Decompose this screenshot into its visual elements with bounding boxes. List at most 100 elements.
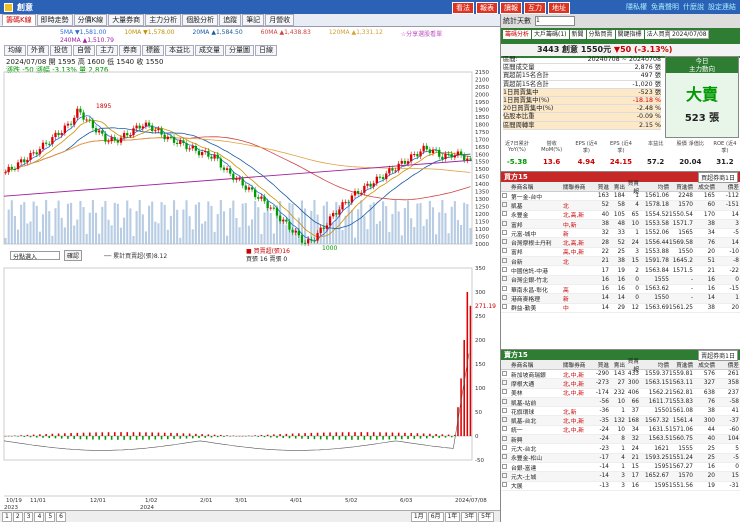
- page-btn[interactable]: 2: [12, 511, 23, 522]
- broker-row[interactable]: 群益-勤美 中 14 29 12 1563.69 1561.25 38 20: [501, 304, 740, 313]
- page-btn[interactable]: 5: [45, 511, 56, 522]
- row-checkbox[interactable]: [502, 379, 507, 385]
- page-btn[interactable]: 4: [34, 511, 45, 522]
- broker-row[interactable]: 凱基-站前 -56 10 66 1611.7 1553.83 76 -58: [501, 397, 740, 408]
- row-checkbox[interactable]: [502, 192, 507, 198]
- broker-row[interactable]: 永豐金-松山 -17 4 21 1593.25 1551.24 25 -5: [501, 453, 740, 463]
- broker-row[interactable]: 凱基-台北 北,中,新 -35 132 168 1567.32 1561.4 300 -37: [501, 416, 740, 426]
- price-volume-bar: [341, 229, 344, 244]
- row-checkbox[interactable]: [502, 407, 507, 413]
- broker-row[interactable]: 摩根大通 北,中,新 -273 27 300 1563.15 1563.11 327 358: [501, 379, 740, 389]
- broker-row[interactable]: 新興 -24 8 32 1563.5 1560.75 40 104: [501, 435, 740, 445]
- broker-row[interactable]: 新加坡商瑞銀 北,中,新 -290 143 433 1559.37 1559.81 576 26…: [501, 370, 740, 380]
- row-checkbox[interactable]: [502, 472, 507, 478]
- page-btn[interactable]: 3: [23, 511, 34, 522]
- panel-tab[interactable]: 新聞: [569, 30, 586, 39]
- cell: 20: [707, 473, 715, 480]
- stat-days-select[interactable]: 1: [535, 16, 575, 26]
- candle-body: [313, 240, 316, 242]
- row-checkbox[interactable]: [502, 398, 507, 404]
- row-checkbox[interactable]: [502, 229, 507, 235]
- broker-row[interactable]: 凱基 北 52 58 4 1578.18 1570 60 -151: [501, 201, 740, 211]
- date-picker[interactable]: 2024/07/08: [669, 30, 709, 39]
- broker-row[interactable]: 港商麥格理 新 14 14 0 1550 - 14 1: [501, 294, 740, 304]
- row-checkbox[interactable]: [502, 435, 507, 441]
- row-checkbox[interactable]: [502, 482, 507, 488]
- row-checkbox[interactable]: [502, 370, 507, 376]
- top-btn[interactable]: 互力: [524, 2, 546, 14]
- cell: 433: [627, 371, 639, 378]
- row-checkbox[interactable]: [502, 248, 507, 254]
- net-volume-bar: [285, 433, 288, 436]
- row-checkbox[interactable]: [502, 445, 507, 451]
- row-checkbox[interactable]: [502, 463, 507, 469]
- zoom-btn[interactable]: 5年: [478, 511, 494, 522]
- top-btn[interactable]: 讀報: [500, 2, 522, 14]
- zoom-btn[interactable]: 1年: [444, 511, 461, 522]
- broker-row[interactable]: 第一金-台中 163 184 1 1561.06 2248 165 -112: [501, 192, 740, 202]
- top-link[interactable]: 什麼說: [683, 2, 704, 12]
- top-btn[interactable]: 地址: [548, 2, 570, 14]
- row-checkbox[interactable]: [502, 304, 507, 310]
- panel-tab[interactable]: 大戶籌碼(1): [532, 30, 569, 39]
- cell: 76: [707, 399, 715, 406]
- candle-body: [48, 143, 51, 145]
- candle-body: [288, 221, 291, 230]
- price-volume-bar: [35, 205, 38, 244]
- panel-tab[interactable]: 關鍵指標: [615, 30, 644, 39]
- broker-row[interactable]: 元富-城中 新 32 33 1 1552.06 1565 34 -5: [501, 229, 740, 239]
- seller-select[interactable]: 賣超券商1日: [698, 349, 738, 361]
- broker-row[interactable]: 富邦 中,新 38 48 10 1553.58 1571.7 38 3: [501, 219, 740, 230]
- row-checkbox[interactable]: [502, 294, 507, 300]
- cell: 1595: [654, 482, 669, 489]
- buyer-select[interactable]: 買超券商1日: [698, 171, 738, 183]
- row-checkbox[interactable]: [502, 267, 507, 273]
- broker-select[interactable]: 分點選入: [10, 251, 60, 261]
- broker-row[interactable]: 台灣企銀-竹北 16 16 0 1555 - 16 0: [501, 275, 740, 285]
- broker-row[interactable]: 台銀-富達 -14 1 15 1595 1567.27 16 0: [501, 463, 740, 473]
- row-checkbox[interactable]: [502, 426, 507, 432]
- panel-tab[interactable]: 分點買賣: [586, 30, 615, 39]
- broker-row[interactable]: 元大-土城 -14 3 17 1652.67 1570 20 15: [501, 472, 740, 482]
- broker-row[interactable]: 元大-台北 -23 1 24 1621 1555 25 5: [501, 444, 740, 454]
- confirm-button[interactable]: 確認: [64, 250, 83, 261]
- candle-body: [338, 209, 341, 215]
- date-tick-label: 6/03: [400, 498, 413, 504]
- broker-row[interactable]: 統一 北,中,新 -24 10 34 1631.5 1571.06 44 -60: [501, 426, 740, 436]
- price-volume-bar: [13, 216, 16, 244]
- broker-row[interactable]: 富邦 高,中,新 22 25 3 1553.88 1550 20 -10: [501, 248, 740, 258]
- page-btn[interactable]: 1: [2, 511, 12, 522]
- net-volume-bar: [438, 436, 441, 438]
- zoom-btn[interactable]: 3年: [461, 511, 478, 522]
- broker-row[interactable]: 台新 北 21 38 15 1591.78 1645.2 51 -8: [501, 257, 740, 267]
- zoom-btn[interactable]: 6月: [427, 511, 444, 522]
- row-checkbox[interactable]: [502, 211, 507, 217]
- row-checkbox[interactable]: [502, 454, 507, 460]
- broker-row[interactable]: 大展 -13 3 16 1595 1551.56 19 -31: [501, 482, 740, 491]
- price-volume-bar: [250, 219, 254, 244]
- broker-row[interactable]: 美林 北,中,新 -174 232 406 1562.2 1562.81 638 237: [501, 389, 740, 398]
- row-checkbox[interactable]: [502, 239, 507, 245]
- date-tick-label: 1/02: [145, 498, 157, 504]
- broker-row[interactable]: 中國信託-中港 17 19 2 1563.84 1571.5 21 -22: [501, 266, 740, 276]
- row-checkbox[interactable]: [502, 276, 507, 282]
- panel-tab[interactable]: 籌碼分析: [503, 30, 532, 39]
- row-checkbox[interactable]: [502, 220, 507, 226]
- top-link[interactable]: 免責聲明: [651, 2, 679, 12]
- top-link[interactable]: 隱私權: [626, 2, 647, 12]
- broker-row[interactable]: 永豐金 北,高,新 40 105 65 1554.52 1550.54 170 14: [501, 211, 740, 220]
- zoom-btn[interactable]: 1月: [410, 511, 427, 522]
- row-checkbox[interactable]: [502, 417, 507, 423]
- row-checkbox[interactable]: [502, 201, 507, 207]
- price-volume-bar: [41, 214, 45, 244]
- candle-body: [216, 154, 219, 159]
- broker-row[interactable]: 花旗環球 北,新 -36 1 37 1550 1561.08 38 41: [501, 407, 740, 417]
- net-volume-bar: [385, 432, 387, 436]
- broker-row[interactable]: 台灣摩根士丹利 北,高,新 28 52 24 1556.44 1569.58 76 14: [501, 238, 740, 248]
- broker-row[interactable]: 華南永昌-彰化 高 16 16 0 1563.62 - 16 -15: [501, 285, 740, 295]
- page-btn[interactable]: 6: [56, 511, 66, 522]
- row-checkbox[interactable]: [502, 257, 507, 263]
- row-checkbox[interactable]: [502, 389, 507, 395]
- row-checkbox[interactable]: [502, 285, 507, 291]
- top-link[interactable]: 設定連結: [708, 2, 736, 12]
